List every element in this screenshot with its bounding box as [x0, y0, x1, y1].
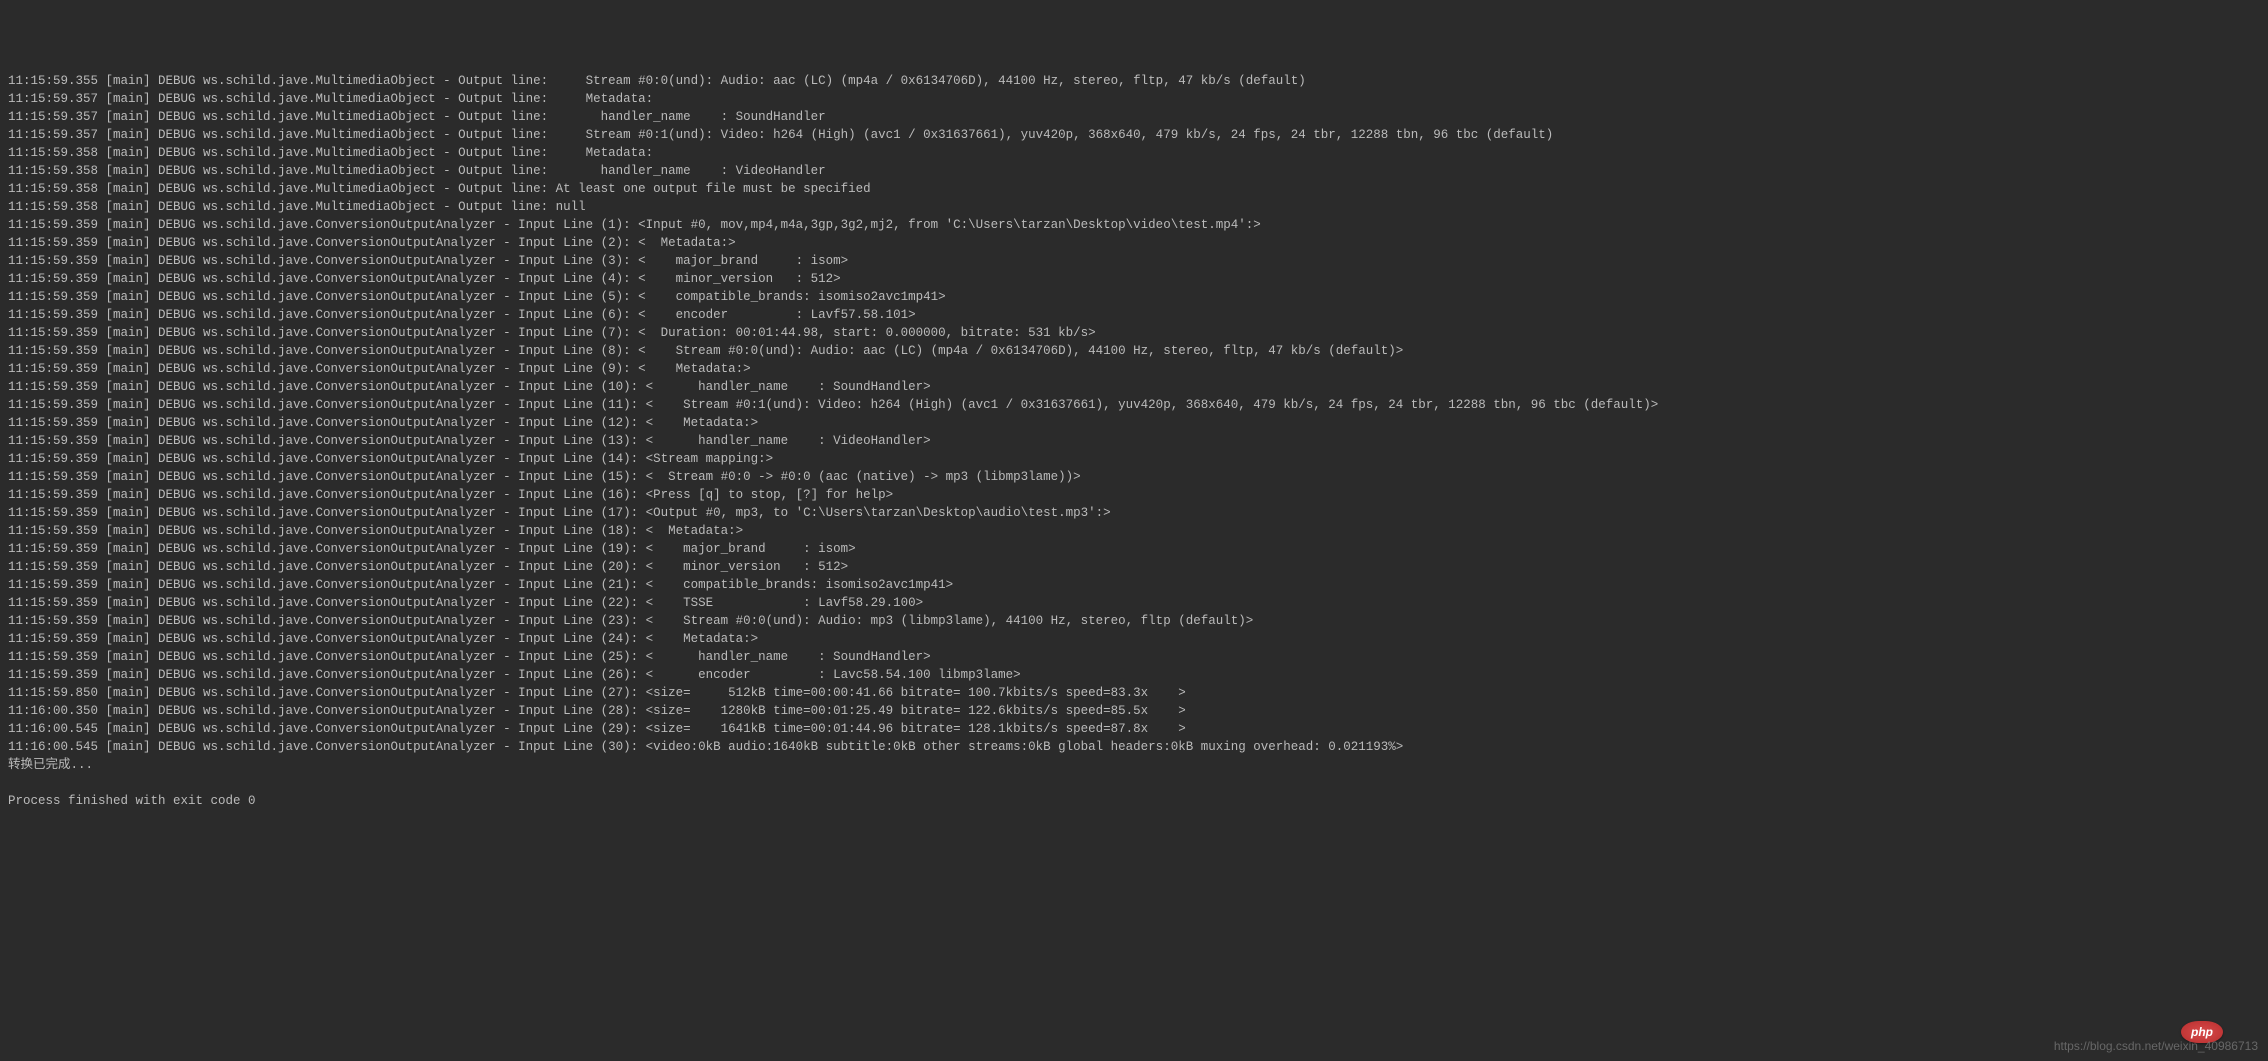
- log-line[interactable]: 11:16:00.545 [main] DEBUG ws.schild.jave…: [8, 720, 2260, 738]
- log-line[interactable]: 11:15:59.357 [main] DEBUG ws.schild.jave…: [8, 108, 2260, 126]
- log-line[interactable]: Process finished with exit code 0: [8, 792, 2260, 810]
- log-line[interactable]: 11:15:59.359 [main] DEBUG ws.schild.jave…: [8, 468, 2260, 486]
- log-line[interactable]: 11:15:59.359 [main] DEBUG ws.schild.jave…: [8, 234, 2260, 252]
- log-line[interactable]: 11:15:59.359 [main] DEBUG ws.schild.jave…: [8, 378, 2260, 396]
- log-line[interactable]: 11:15:59.359 [main] DEBUG ws.schild.jave…: [8, 630, 2260, 648]
- log-line[interactable]: 11:15:59.359 [main] DEBUG ws.schild.jave…: [8, 360, 2260, 378]
- log-line[interactable]: 11:15:59.359 [main] DEBUG ws.schild.jave…: [8, 216, 2260, 234]
- log-line[interactable]: 11:15:59.359 [main] DEBUG ws.schild.jave…: [8, 450, 2260, 468]
- log-line[interactable]: 11:15:59.358 [main] DEBUG ws.schild.jave…: [8, 144, 2260, 162]
- log-line[interactable]: 11:15:59.357 [main] DEBUG ws.schild.jave…: [8, 126, 2260, 144]
- log-line[interactable]: 11:15:59.358 [main] DEBUG ws.schild.jave…: [8, 180, 2260, 198]
- log-line[interactable]: 11:15:59.359 [main] DEBUG ws.schild.jave…: [8, 252, 2260, 270]
- log-line[interactable]: 11:15:59.359 [main] DEBUG ws.schild.jave…: [8, 540, 2260, 558]
- log-line[interactable]: 11:15:59.359 [main] DEBUG ws.schild.jave…: [8, 306, 2260, 324]
- log-line[interactable]: 11:15:59.359 [main] DEBUG ws.schild.jave…: [8, 504, 2260, 522]
- log-line[interactable]: 11:15:59.358 [main] DEBUG ws.schild.jave…: [8, 162, 2260, 180]
- log-line[interactable]: 11:15:59.359 [main] DEBUG ws.schild.jave…: [8, 522, 2260, 540]
- log-line[interactable]: 11:15:59.359 [main] DEBUG ws.schild.jave…: [8, 666, 2260, 684]
- log-line[interactable]: 11:16:00.350 [main] DEBUG ws.schild.jave…: [8, 702, 2260, 720]
- log-line[interactable]: 转换已完成...: [8, 756, 2260, 774]
- log-line[interactable]: 11:16:00.545 [main] DEBUG ws.schild.jave…: [8, 738, 2260, 756]
- log-line[interactable]: 11:15:59.359 [main] DEBUG ws.schild.jave…: [8, 396, 2260, 414]
- log-line[interactable]: 11:15:59.850 [main] DEBUG ws.schild.jave…: [8, 684, 2260, 702]
- log-line[interactable]: 11:15:59.358 [main] DEBUG ws.schild.jave…: [8, 198, 2260, 216]
- log-line[interactable]: 11:15:59.359 [main] DEBUG ws.schild.jave…: [8, 648, 2260, 666]
- log-line[interactable]: 11:15:59.355 [main] DEBUG ws.schild.jave…: [8, 72, 2260, 90]
- log-line[interactable]: 11:15:59.357 [main] DEBUG ws.schild.jave…: [8, 90, 2260, 108]
- log-line[interactable]: 11:15:59.359 [main] DEBUG ws.schild.jave…: [8, 486, 2260, 504]
- log-line[interactable]: 11:15:59.359 [main] DEBUG ws.schild.jave…: [8, 432, 2260, 450]
- log-line[interactable]: 11:15:59.359 [main] DEBUG ws.schild.jave…: [8, 342, 2260, 360]
- log-line[interactable]: 11:15:59.359 [main] DEBUG ws.schild.jave…: [8, 414, 2260, 432]
- log-line[interactable]: 11:15:59.359 [main] DEBUG ws.schild.jave…: [8, 576, 2260, 594]
- log-line[interactable]: [8, 774, 2260, 792]
- log-line[interactable]: 11:15:59.359 [main] DEBUG ws.schild.jave…: [8, 270, 2260, 288]
- log-line[interactable]: 11:15:59.359 [main] DEBUG ws.schild.jave…: [8, 288, 2260, 306]
- log-line[interactable]: 11:15:59.359 [main] DEBUG ws.schild.jave…: [8, 324, 2260, 342]
- console-output[interactable]: 11:15:59.355 [main] DEBUG ws.schild.jave…: [8, 72, 2260, 814]
- source-watermark: https://blog.csdn.net/weixin_40986713: [2054, 1037, 2258, 1055]
- log-line[interactable]: 11:15:59.359 [main] DEBUG ws.schild.jave…: [8, 612, 2260, 630]
- log-line[interactable]: 11:15:59.359 [main] DEBUG ws.schild.jave…: [8, 558, 2260, 576]
- log-line[interactable]: 11:15:59.359 [main] DEBUG ws.schild.jave…: [8, 594, 2260, 612]
